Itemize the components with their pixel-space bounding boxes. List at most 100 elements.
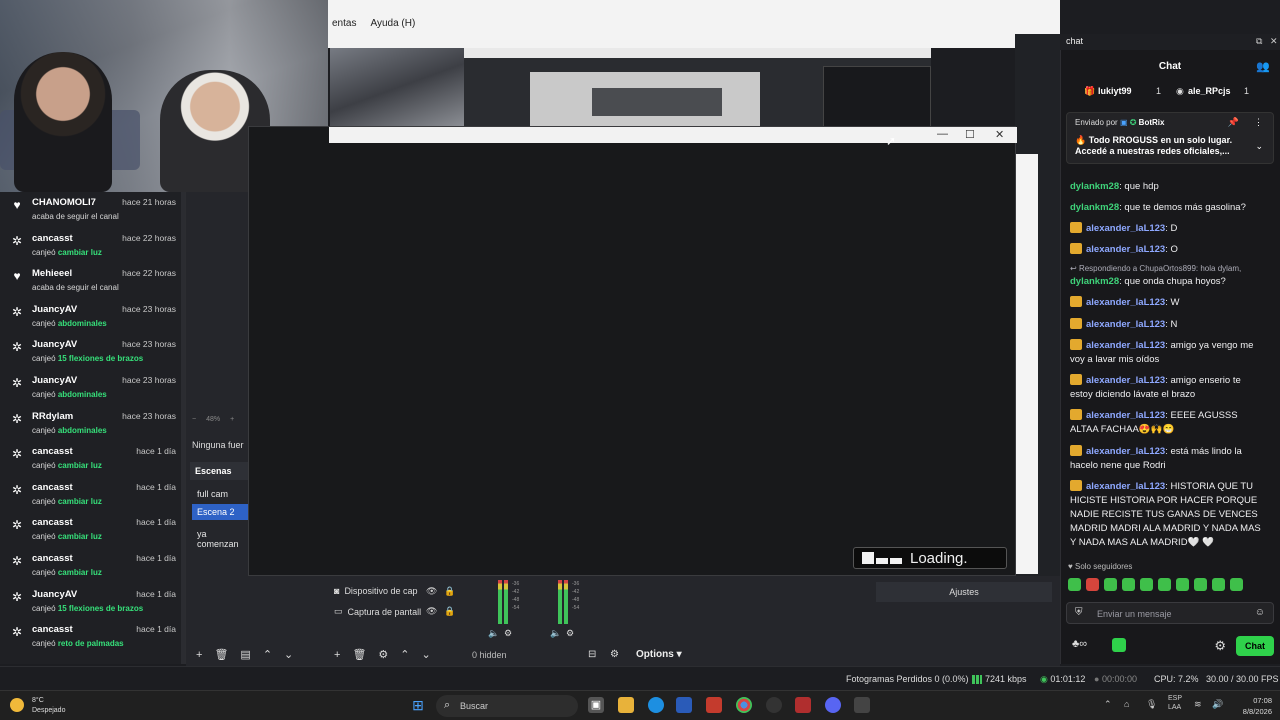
scene-escena-2[interactable]: Escena 2	[192, 504, 248, 520]
volume-icon[interactable]: 🔊	[1212, 699, 1223, 710]
emote-icon[interactable]	[1104, 578, 1117, 591]
gift-count: 1	[1156, 86, 1162, 96]
discord-icon[interactable]	[825, 697, 841, 713]
task-view-icon[interactable]: ▣	[588, 697, 604, 713]
mixer-settings-icon[interactable]: ⚙	[504, 628, 512, 639]
app-window-icon[interactable]	[854, 697, 870, 713]
chat-message: dylankm28: que onda chupa hoyos?	[1070, 276, 1226, 287]
pinned-message[interactable]: Enviado por ▣ ✪ BotRix 🔥 Todo RROGUSS en…	[1066, 112, 1274, 164]
edge-icon[interactable]	[648, 697, 664, 713]
emote-icon[interactable]	[1140, 578, 1153, 591]
settings-button[interactable]: Ajustes	[876, 582, 1052, 602]
emoji-icon[interactable]: ☺	[1255, 607, 1265, 618]
chat-username[interactable]: alexander_laL123	[1086, 410, 1165, 421]
chat-username[interactable]: alexander_laL123	[1086, 481, 1165, 492]
chrome-icon[interactable]	[736, 697, 752, 713]
layout-icon[interactable]: ⊟	[588, 649, 596, 660]
move-down-icon[interactable]: ⌄	[422, 648, 431, 661]
chat-username[interactable]: alexander_laL123	[1086, 223, 1165, 234]
kick-logo-icon[interactable]	[1112, 638, 1126, 652]
chevron-down-icon[interactable]: ⌄	[1255, 141, 1263, 152]
chat-username[interactable]: dylankm28	[1070, 276, 1119, 287]
float-icon[interactable]: ⧉	[1256, 36, 1262, 47]
chat-username[interactable]: alexander_laL123	[1086, 319, 1165, 330]
emote-icon[interactable]	[1194, 578, 1207, 591]
chat-username[interactable]: alexander_laL123	[1086, 375, 1165, 386]
chat-username[interactable]: alexander_laL123	[1086, 340, 1165, 351]
emote-icon[interactable]	[1122, 578, 1135, 591]
chat-username[interactable]: dylankm28	[1070, 202, 1119, 213]
move-up-icon[interactable]: ⌃	[263, 648, 272, 661]
chat-message-input[interactable]: ⛨ Enviar un mensaje ☺	[1066, 602, 1274, 624]
maximize-icon[interactable]: ☐	[965, 128, 975, 141]
add-scene-icon[interactable]: +	[196, 649, 202, 661]
mic-icon[interactable]: 🎙	[1146, 699, 1157, 710]
send-chat-button[interactable]: Chat	[1236, 636, 1274, 656]
app-icon[interactable]	[795, 697, 811, 713]
close-icon[interactable]: ✕	[995, 128, 1004, 141]
eye-icon[interactable]: 👁	[426, 586, 437, 597]
emote-icon[interactable]	[1230, 578, 1243, 591]
transition-settings-icon[interactable]: ⚙	[610, 649, 619, 660]
language-indicator[interactable]: ESP LAA	[1168, 694, 1182, 712]
network-icon[interactable]: ⌂	[1124, 699, 1129, 709]
office-icon[interactable]	[706, 697, 722, 713]
move-down-icon[interactable]: ⌄	[284, 648, 293, 661]
tray-chevron-up-icon[interactable]: ⌃	[1104, 699, 1112, 710]
gear-icon[interactable]: ⚙	[1214, 638, 1226, 654]
points-icon: ✲	[11, 304, 23, 319]
points-icon: ✲	[11, 482, 23, 497]
chat-username[interactable]: alexander_laL123	[1086, 446, 1165, 457]
emote-icon[interactable]	[1086, 578, 1099, 591]
minimize-icon[interactable]: —	[937, 128, 948, 140]
windows-start-icon[interactable]: ⊞	[410, 697, 426, 713]
taskbar-search[interactable]: ⌕ Buscar	[436, 695, 578, 717]
speaker-icon[interactable]: 🔈	[550, 628, 561, 639]
source-screen-capture[interactable]: ▭ Captura de pantall	[334, 606, 421, 617]
zoom-out-icon[interactable]: −	[192, 416, 196, 423]
eye-icon[interactable]: 👁	[426, 606, 437, 617]
more-icon[interactable]: ⋮	[1254, 117, 1263, 128]
bits-icon[interactable]: ♣∞	[1072, 638, 1087, 650]
lock-icon[interactable]: 🔒	[444, 606, 455, 617]
filter-icon[interactable]: ▤	[240, 648, 250, 661]
taskbar-clock[interactable]: 07:08 8/8/2026	[1243, 695, 1272, 717]
pin-icon[interactable]: 📌	[1228, 117, 1239, 128]
emote-icon[interactable]	[1176, 578, 1189, 591]
source-video-capture[interactable]: ◙ Dispositivo de cap	[334, 586, 417, 596]
menu-ayuda[interactable]: Ayuda (H)	[370, 18, 415, 29]
chat-username[interactable]: alexander_laL123	[1086, 244, 1165, 255]
temperature: 8°C	[32, 697, 44, 704]
chat-username[interactable]: dylankm28	[1070, 181, 1119, 192]
mixer-settings-icon[interactable]: ⚙	[566, 628, 574, 639]
chat-message: alexander_laL123: N	[1070, 318, 1266, 332]
scene-ya-comenzamos[interactable]: ya comenzan	[192, 526, 248, 549]
zoom-control[interactable]: − 48% +	[192, 416, 234, 423]
emote-icon[interactable]	[1068, 578, 1081, 591]
emote-icon[interactable]	[1212, 578, 1225, 591]
scene-full-cam[interactable]: full cam	[192, 486, 248, 502]
weather-status: Despejado	[32, 707, 66, 714]
feed-time: hace 1 día	[136, 553, 176, 563]
file-explorer-icon[interactable]	[618, 697, 634, 713]
delete-source-icon[interactable]: 🗑	[352, 648, 366, 661]
users-icon[interactable]: 👥	[1256, 60, 1270, 73]
delete-scene-icon[interactable]: 🗑	[214, 648, 228, 661]
add-source-icon[interactable]: +	[334, 649, 340, 661]
shield-icon[interactable]: ⛨	[1075, 607, 1083, 618]
close-icon[interactable]: ✕	[1270, 36, 1278, 47]
options-button[interactable]: Options ▾	[636, 649, 682, 660]
store-icon[interactable]	[676, 697, 692, 713]
feed-user: Mehieeel	[32, 268, 73, 280]
emote-icon[interactable]	[1158, 578, 1171, 591]
zoom-in-icon[interactable]: +	[230, 416, 234, 423]
menu-herramientas[interactable]: entas	[332, 18, 356, 29]
chat-username[interactable]: alexander_laL123	[1086, 297, 1165, 308]
move-up-icon[interactable]: ⌃	[400, 648, 409, 661]
source-settings-icon[interactable]: ⚙	[378, 648, 388, 661]
obs-icon[interactable]	[766, 697, 782, 713]
wifi-icon[interactable]: ≋	[1194, 699, 1202, 710]
crown-badge-icon	[1070, 445, 1082, 456]
speaker-icon[interactable]: 🔈	[488, 628, 499, 639]
lock-icon[interactable]: 🔒	[444, 586, 455, 597]
